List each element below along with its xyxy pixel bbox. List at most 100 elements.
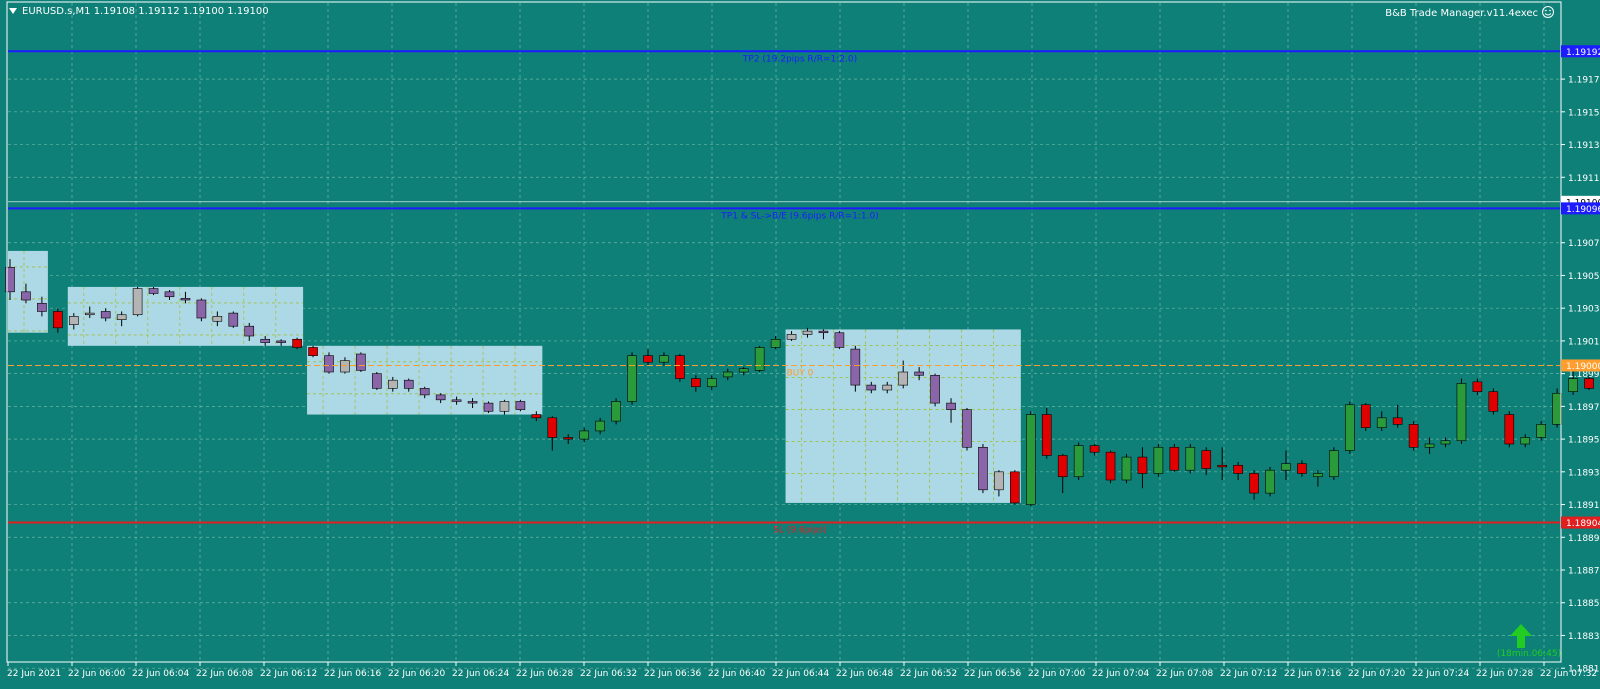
candle-body <box>770 338 781 348</box>
candle <box>196 298 207 322</box>
y-tick-label: 1.19035 <box>1568 305 1600 315</box>
candle <box>483 401 494 413</box>
candle-body <box>1121 456 1132 481</box>
candle-body <box>308 347 318 356</box>
tp1-label: TP1 & SL->B/E (9.6pips R/R=1:1.0) <box>720 211 878 221</box>
candle-body <box>148 288 159 294</box>
candle-body <box>1137 456 1148 474</box>
candle-body <box>403 379 414 389</box>
candle <box>1169 444 1180 472</box>
tp2-label: TP2 (19.2pips R/R=1:2.0) <box>742 54 857 64</box>
tp2-tag: 1.19192 <box>1566 48 1600 58</box>
candle-body <box>1217 464 1227 468</box>
x-tick-label: 22 Jun 06:24 <box>452 669 509 679</box>
entry-label: BUY 0 <box>787 368 814 378</box>
candle-body <box>882 384 893 391</box>
candle-body <box>1233 464 1243 474</box>
x-tick-label: 22 Jun 06:28 <box>516 669 573 679</box>
candle-body <box>547 417 558 438</box>
candle-body <box>611 401 621 422</box>
x-tick-label: 22 Jun 07:00 <box>1028 669 1085 679</box>
candle <box>292 337 302 350</box>
candle-body <box>1297 463 1307 474</box>
candle <box>228 311 239 328</box>
candle-body <box>1073 445 1084 478</box>
candle-body <box>850 348 861 386</box>
candle-body <box>53 311 63 329</box>
x-tick-label: 22 Jun 07:16 <box>1284 669 1341 679</box>
y-tick-label: 1.19175 <box>1568 76 1600 86</box>
candle-body <box>691 378 701 388</box>
candle-body <box>212 316 223 322</box>
candle-body <box>260 338 271 343</box>
candle <box>1073 442 1084 481</box>
candle-body <box>1041 414 1052 456</box>
x-tick-label: 22 Jun 06:12 <box>260 669 317 679</box>
candle-body <box>802 330 813 335</box>
candle <box>1329 447 1339 481</box>
candle-body <box>132 288 143 316</box>
candle <box>754 345 765 373</box>
candle-body <box>372 373 382 389</box>
x-tick-label: 22 Jun 07:32 <box>1540 669 1597 679</box>
y-tick-label: 1.19155 <box>1568 108 1600 118</box>
y-tick-label: 1.19115 <box>1568 174 1600 184</box>
y-tick-label: 1.18975 <box>1568 403 1600 413</box>
candle <box>1488 388 1499 415</box>
entry-tag: 1.19000 <box>1566 362 1600 372</box>
candle-body <box>1281 463 1291 471</box>
x-tick-label: 22 Jun 06:56 <box>964 669 1021 679</box>
price-chart[interactable]: TP2 (19.2pips R/R=1:2.0) TP1 & SL->B/E (9… <box>0 0 1600 689</box>
candle-body <box>722 371 733 378</box>
candle-body <box>1440 440 1451 445</box>
x-tick-label: 22 Jun 06:08 <box>196 669 253 679</box>
y-tick-label: 1.19055 <box>1568 272 1600 282</box>
x-tick-label: 22 Jun 06:20 <box>388 669 445 679</box>
candle <box>1456 378 1467 445</box>
candle <box>611 398 621 425</box>
x-tick-label: 22 Jun 07:28 <box>1476 669 1533 679</box>
y-tick-label: 1.18955 <box>1568 436 1600 446</box>
candle-body <box>387 379 398 389</box>
candle-body <box>579 430 590 440</box>
candle-body <box>228 312 239 327</box>
candle-body <box>531 414 542 419</box>
x-tick-label: 22 Jun 07:20 <box>1348 669 1405 679</box>
candle-body <box>1472 381 1483 392</box>
candle <box>132 286 143 317</box>
candle-body <box>563 437 574 440</box>
candle-body <box>834 332 845 348</box>
candle <box>962 408 972 451</box>
candle-body <box>1488 391 1499 412</box>
x-tick-label: 22 Jun 06:00 <box>68 669 125 679</box>
candle-body <box>84 312 95 316</box>
candle <box>1105 450 1116 484</box>
candle-body <box>69 316 79 325</box>
candle-body <box>419 388 430 396</box>
y-tick-label: 1.18875 <box>1568 567 1600 577</box>
x-tick-label: 22 Jun 06:04 <box>132 669 189 679</box>
candle-body <box>706 378 717 388</box>
x-tick-label: 22 Jun 06:32 <box>580 669 637 679</box>
y-tick-label: 1.18895 <box>1568 534 1600 544</box>
candle-body <box>1026 414 1036 505</box>
candle-body <box>1201 450 1212 469</box>
candle-body <box>962 409 972 448</box>
candle-body <box>1568 378 1578 392</box>
y-tick-label: 1.19075 <box>1568 239 1600 249</box>
y-tick-label: 1.18935 <box>1568 468 1600 478</box>
candle-body <box>818 330 829 334</box>
y-tick-label: 1.19015 <box>1568 337 1600 347</box>
candle <box>372 372 382 391</box>
candle-body <box>340 360 350 373</box>
candle-body <box>946 402 956 410</box>
candle-body <box>1520 437 1531 445</box>
candle <box>1010 470 1020 505</box>
candle-body <box>499 401 510 412</box>
candle-body <box>515 401 526 410</box>
candle-body <box>244 325 255 337</box>
tp1-tag: 1.19096 <box>1566 205 1600 215</box>
symbol-info: EURUSD.s,M1 1.19108 1.19112 1.19100 1.19… <box>22 6 269 17</box>
candle-body <box>435 394 446 401</box>
candle-body <box>898 371 909 386</box>
